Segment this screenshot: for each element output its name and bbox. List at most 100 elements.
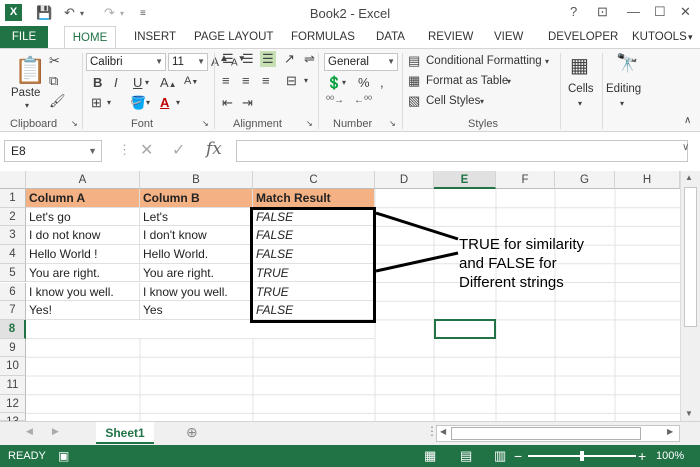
tab-insert[interactable]: INSERT xyxy=(134,26,176,48)
row-header[interactable]: 11 xyxy=(0,376,26,395)
cells-dropdown-icon[interactable]: ▾ xyxy=(578,99,582,108)
row-header[interactable]: 12 xyxy=(0,394,26,414)
cell-styles-button[interactable]: Cell Styles xyxy=(426,95,480,107)
sheet-tab-sheet1[interactable]: Sheet1 xyxy=(96,422,154,444)
column-header[interactable]: A xyxy=(26,171,140,189)
alignment-launcher-icon[interactable]: ↘ xyxy=(306,119,313,128)
format-table-dropdown-icon[interactable]: ▾ xyxy=(507,77,511,86)
font-name-combo[interactable]: Calibri ▼ xyxy=(86,53,166,71)
increase-decimal-icon[interactable]: ⁰⁰→ xyxy=(326,95,344,106)
column-header-selected[interactable]: E xyxy=(434,171,496,189)
close-icon[interactable]: ✕ xyxy=(680,4,691,20)
editing-dropdown-icon[interactable]: ▾ xyxy=(620,99,624,108)
binoculars-icon[interactable]: 🔭 xyxy=(616,53,638,74)
scroll-left-icon[interactable]: ◀ xyxy=(440,427,446,436)
row-header[interactable]: 4 xyxy=(0,245,26,264)
tabs-more-icon[interactable]: ▾ xyxy=(688,26,693,48)
column-header[interactable]: F xyxy=(496,171,555,189)
zoom-out-icon[interactable]: − xyxy=(514,445,522,467)
wrap-text-icon[interactable]: ⇌ xyxy=(304,51,315,67)
comma-style-icon[interactable]: , xyxy=(380,75,384,90)
merge-center-icon[interactable]: ⊟ xyxy=(286,73,297,89)
tab-data[interactable]: DATA xyxy=(376,26,405,48)
editing-button[interactable]: Editing xyxy=(606,83,641,95)
conditional-dropdown-icon[interactable]: ▾ xyxy=(545,57,549,66)
cells-button[interactable]: Cells xyxy=(568,83,594,95)
worksheet-grid[interactable]: A B C D E F G H 1 2 3 4 5 6 7 8 9 10 11 … xyxy=(0,171,700,428)
fill-dropdown-icon[interactable]: ▾ xyxy=(146,98,150,107)
conditional-formatting-icon[interactable]: ▤ xyxy=(408,53,420,69)
row-header[interactable]: 9 xyxy=(0,338,26,358)
add-sheet-icon[interactable]: ⊕ xyxy=(186,424,198,441)
format-painter-icon[interactable]: 🖌 xyxy=(49,93,66,109)
underline-icon[interactable]: U xyxy=(133,75,142,90)
collapse-ribbon-icon[interactable]: ∧ xyxy=(684,115,691,126)
percent-style-icon[interactable]: % xyxy=(358,75,370,90)
maximize-icon[interactable]: ☐ xyxy=(654,4,666,20)
conditional-formatting-button[interactable]: Conditional Formatting xyxy=(426,55,542,67)
page-break-view-icon[interactable]: ▥ xyxy=(494,445,506,467)
insert-function-icon[interactable]: fx xyxy=(206,139,222,159)
decrease-indent-icon[interactable]: ⇤ xyxy=(222,95,233,111)
increase-indent-icon[interactable]: ⇥ xyxy=(242,95,253,111)
ribbon-display-icon[interactable]: ⊡ xyxy=(597,4,608,20)
column-header[interactable]: B xyxy=(140,171,253,189)
zoom-slider-thumb[interactable] xyxy=(580,451,584,461)
orientation-icon[interactable]: ↗ xyxy=(284,51,295,67)
paste-icon[interactable]: 📋 xyxy=(14,55,46,86)
row-header[interactable]: 6 xyxy=(0,282,26,302)
borders-icon[interactable]: ⊞ xyxy=(91,95,102,111)
font-color-icon[interactable]: A xyxy=(160,95,169,110)
row-header[interactable]: 7 xyxy=(0,301,26,320)
tab-kutools[interactable]: KUTOOLS xyxy=(632,26,687,48)
minimize-icon[interactable]: — xyxy=(627,4,640,19)
row-header-selected[interactable]: 8 xyxy=(0,319,26,339)
middle-align-icon[interactable]: ☰ xyxy=(242,51,254,67)
number-launcher-icon[interactable]: ↘ xyxy=(389,119,396,128)
vertical-scrollbar[interactable]: ▲ ▼ xyxy=(680,171,700,421)
cells-icon[interactable]: ▦ xyxy=(570,53,589,78)
underline-dropdown-icon[interactable]: ▾ xyxy=(145,78,149,87)
select-all-corner[interactable] xyxy=(0,171,26,189)
row-header[interactable]: 10 xyxy=(0,357,26,376)
scroll-thumb[interactable] xyxy=(684,187,697,327)
expand-formula-icon[interactable]: ∨ xyxy=(682,142,689,153)
active-cell-e8[interactable] xyxy=(434,319,496,339)
scroll-down-icon[interactable]: ▼ xyxy=(685,409,693,418)
tab-file[interactable]: FILE xyxy=(0,26,48,48)
number-format-combo[interactable]: General ▼ xyxy=(324,53,398,71)
normal-view-icon[interactable]: ▦ xyxy=(424,445,436,467)
copy-icon[interactable]: ⧉ xyxy=(49,73,58,89)
align-left-icon[interactable]: ≡ xyxy=(222,73,230,88)
format-as-table-icon[interactable]: ▦ xyxy=(408,73,420,89)
font-size-combo[interactable]: 11 ▼ xyxy=(168,53,208,71)
scroll-up-icon[interactable]: ▲ xyxy=(685,173,693,182)
tab-review[interactable]: REVIEW xyxy=(428,26,473,48)
confirm-formula-icon[interactable]: ✓ xyxy=(172,140,185,160)
top-align-icon[interactable]: ☰ xyxy=(222,51,234,67)
row-header[interactable]: 1 xyxy=(0,189,26,208)
hscroll-thumb[interactable] xyxy=(451,427,641,440)
row-header[interactable]: 3 xyxy=(0,226,26,246)
zoom-in-icon[interactable]: + xyxy=(638,445,646,467)
align-right-icon[interactable]: ≡ xyxy=(262,73,270,88)
help-icon[interactable]: ? xyxy=(570,4,577,19)
scroll-right-icon[interactable]: ▶ xyxy=(667,427,673,436)
font-size-up-icon[interactable]: A▲ xyxy=(160,75,177,90)
bottom-align-icon[interactable]: ☰ xyxy=(260,51,276,67)
zoom-level[interactable]: 100% xyxy=(656,445,684,467)
next-sheet-icon[interactable]: ▶ xyxy=(52,426,59,437)
font-size-down-icon[interactable]: A▼ xyxy=(184,75,198,87)
tab-formulas[interactable]: FORMULAS xyxy=(291,26,355,48)
column-header[interactable]: H xyxy=(615,171,680,189)
row-header[interactable]: 2 xyxy=(0,207,26,227)
tab-view[interactable]: VIEW xyxy=(494,26,523,48)
tab-developer[interactable]: DEVELOPER xyxy=(548,26,618,48)
horizontal-scrollbar[interactable]: ◀ ▶ xyxy=(436,425,680,442)
column-header[interactable]: C xyxy=(253,171,375,189)
font-color-dropdown-icon[interactable]: ▾ xyxy=(176,98,180,107)
tab-page-layout[interactable]: PAGE LAYOUT xyxy=(194,26,273,48)
format-as-table-button[interactable]: Format as Table xyxy=(426,75,508,87)
clipboard-launcher-icon[interactable]: ↘ xyxy=(71,119,78,128)
accounting-format-icon[interactable]: 💲 xyxy=(326,75,342,91)
